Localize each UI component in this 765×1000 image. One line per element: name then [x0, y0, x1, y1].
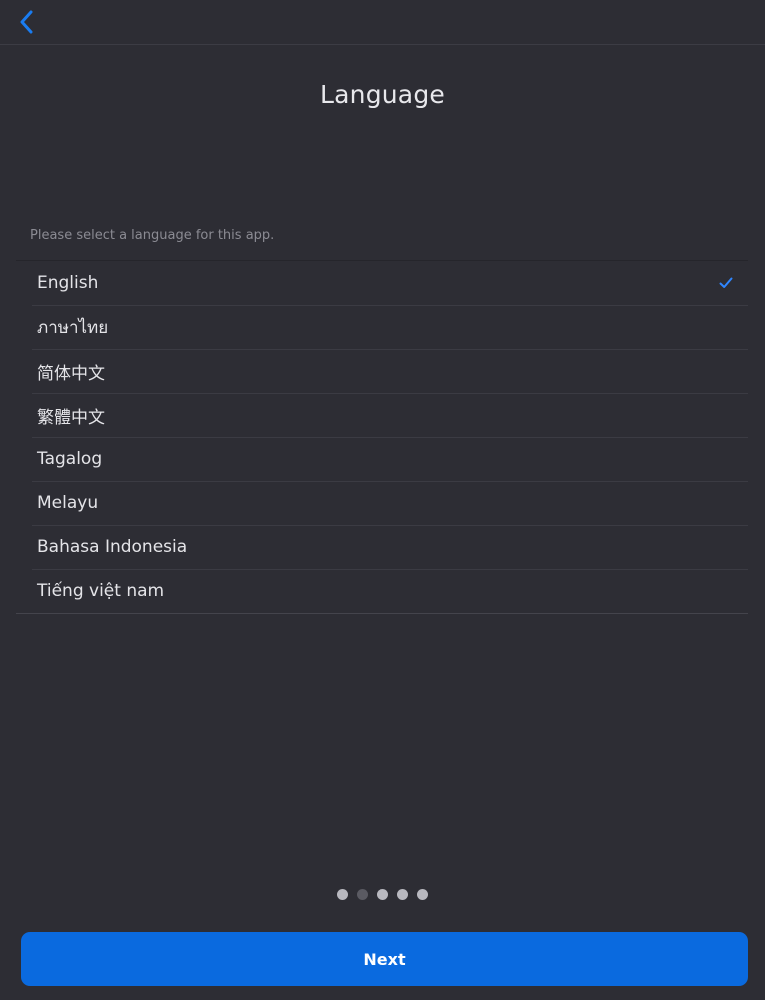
navigation-bar [0, 0, 765, 45]
language-label: English [37, 273, 99, 293]
language-item-indonesian[interactable]: Bahasa Indonesia [16, 525, 748, 569]
language-label: Bahasa Indonesia [37, 537, 188, 557]
checkmark-icon [719, 277, 733, 288]
page-dot [397, 889, 408, 900]
language-item-tagalog[interactable]: Tagalog [16, 437, 748, 481]
language-item-vietnamese[interactable]: Tiếng việt nam [16, 569, 748, 613]
language-label: ภาษาไทย [37, 317, 109, 338]
instruction-text: Please select a language for this app. [30, 228, 275, 243]
language-label: Melayu [37, 493, 99, 513]
page-dot [337, 889, 348, 900]
page-dot [377, 889, 388, 900]
chevron-left-icon [20, 10, 33, 34]
page-title: Language [320, 80, 445, 109]
language-item-traditional-chinese[interactable]: 繁體中文 [16, 393, 748, 437]
language-item-simplified-chinese[interactable]: 简体中文 [16, 349, 748, 393]
back-button[interactable] [8, 4, 44, 40]
language-label: Tiếng việt nam [37, 581, 165, 601]
language-label: 简体中文 [37, 363, 105, 384]
page-dot-current [357, 889, 368, 900]
language-item-malay[interactable]: Melayu [16, 481, 748, 525]
page-dot [417, 889, 428, 900]
language-list: English ภาษาไทย 简体中文 繁體中文 Tagalog Melayu… [16, 260, 748, 614]
language-item-english[interactable]: English [16, 261, 748, 305]
language-label: 繁體中文 [37, 407, 105, 428]
next-button[interactable]: Next [21, 932, 748, 986]
language-selection-screen: Language Please select a language for th… [0, 0, 765, 1000]
page-indicator [0, 889, 765, 900]
language-item-thai[interactable]: ภาษาไทย [16, 305, 748, 349]
language-label: Tagalog [37, 449, 103, 469]
